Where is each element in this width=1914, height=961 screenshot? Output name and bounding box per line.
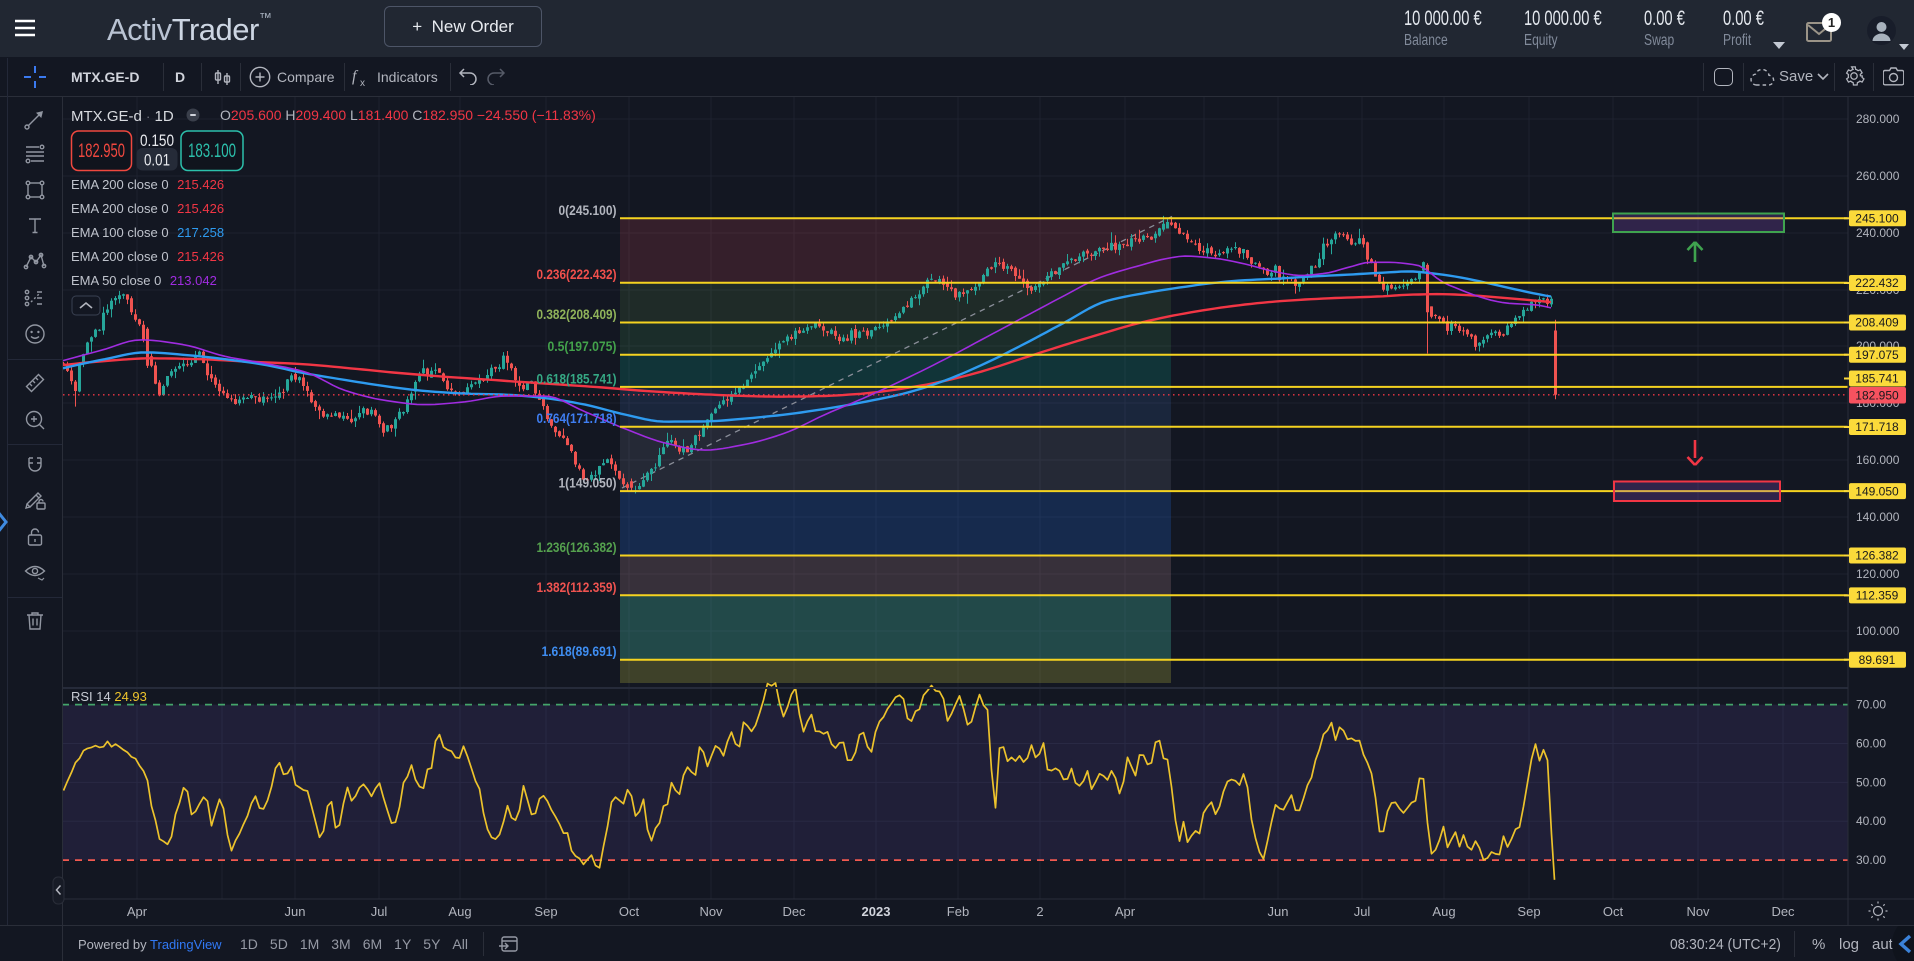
svg-text:EMA 200 close 0215.426: EMA 200 close 0215.426 bbox=[71, 249, 224, 264]
svg-text:Jul: Jul bbox=[371, 904, 388, 919]
svg-text:0.236(222.432): 0.236(222.432) bbox=[537, 266, 617, 282]
svg-text:89.691: 89.691 bbox=[1859, 653, 1896, 667]
svg-text:70.00: 70.00 bbox=[1856, 698, 1886, 712]
svg-text:171.718: 171.718 bbox=[1855, 420, 1899, 434]
svg-text:2: 2 bbox=[1036, 904, 1043, 919]
svg-text:185.741: 185.741 bbox=[1855, 372, 1899, 386]
svg-text:0.764(171.718): 0.764(171.718) bbox=[537, 410, 617, 426]
svg-text:182.950: 182.950 bbox=[78, 141, 125, 162]
svg-text:Apr: Apr bbox=[1115, 904, 1136, 919]
svg-text:60.00: 60.00 bbox=[1856, 737, 1886, 751]
svg-text:0.01: 0.01 bbox=[144, 152, 170, 170]
svg-text:120.000: 120.000 bbox=[1856, 567, 1900, 581]
svg-text:240.000: 240.000 bbox=[1856, 226, 1900, 240]
svg-text:183.100: 183.100 bbox=[188, 141, 236, 162]
svg-text:Sep: Sep bbox=[1517, 904, 1540, 919]
svg-text:Jul: Jul bbox=[1354, 904, 1371, 919]
svg-text:140.000: 140.000 bbox=[1856, 510, 1900, 524]
svg-text:Jun: Jun bbox=[1268, 904, 1289, 919]
svg-text:Jun: Jun bbox=[285, 904, 306, 919]
svg-text:Dec: Dec bbox=[1771, 904, 1795, 919]
svg-text:RSI 14 24.93: RSI 14 24.93 bbox=[71, 689, 147, 704]
svg-text:0.618(185.741): 0.618(185.741) bbox=[537, 370, 617, 386]
svg-text:1(149.050): 1(149.050) bbox=[559, 475, 617, 491]
svg-text:Nov: Nov bbox=[699, 904, 723, 919]
svg-text:Oct: Oct bbox=[1603, 904, 1624, 919]
svg-text:EMA 200 close 0215.426: EMA 200 close 0215.426 bbox=[71, 177, 224, 192]
svg-text:Feb: Feb bbox=[947, 904, 969, 919]
svg-text:222.432: 222.432 bbox=[1855, 276, 1899, 290]
svg-text:Aug: Aug bbox=[1432, 904, 1455, 919]
svg-text:1.382(112.359): 1.382(112.359) bbox=[537, 579, 617, 595]
svg-text:126.382: 126.382 bbox=[1855, 549, 1899, 563]
svg-text:Aug: Aug bbox=[448, 904, 471, 919]
svg-text:Dec: Dec bbox=[782, 904, 806, 919]
svg-text:Oct: Oct bbox=[619, 904, 640, 919]
svg-text:f: f bbox=[352, 68, 359, 85]
svg-text:0(245.100): 0(245.100) bbox=[559, 202, 617, 218]
svg-text:MTX.GE-d · 1D: MTX.GE-d · 1D bbox=[71, 108, 174, 125]
svg-text:112.359: 112.359 bbox=[1856, 589, 1899, 603]
svg-text:2023: 2023 bbox=[862, 904, 891, 919]
svg-text:182.950: 182.950 bbox=[1855, 388, 1899, 402]
svg-text:O205.600 H209.400 L181.400 C18: O205.600 H209.400 L181.400 C182.950 −24.… bbox=[220, 107, 596, 123]
svg-text:40.00: 40.00 bbox=[1856, 814, 1886, 828]
svg-text:0.5(197.075): 0.5(197.075) bbox=[548, 338, 617, 354]
svg-text:160.000: 160.000 bbox=[1856, 453, 1900, 467]
svg-text:EMA 200 close 0215.426: EMA 200 close 0215.426 bbox=[71, 201, 224, 216]
svg-text:Apr: Apr bbox=[127, 904, 148, 919]
svg-text:260.000: 260.000 bbox=[1856, 169, 1900, 183]
svg-text:100.000: 100.000 bbox=[1856, 624, 1900, 638]
svg-text:1.236(126.382): 1.236(126.382) bbox=[537, 539, 617, 555]
svg-text:280.000: 280.000 bbox=[1856, 112, 1900, 126]
svg-text:x: x bbox=[360, 78, 365, 87]
svg-text:Nov: Nov bbox=[1686, 904, 1710, 919]
svg-text:EMA 50 close 0213.042: EMA 50 close 0213.042 bbox=[71, 273, 217, 288]
svg-text:EMA 100 close 0217.258: EMA 100 close 0217.258 bbox=[71, 225, 224, 240]
svg-text:50.00: 50.00 bbox=[1856, 775, 1886, 789]
svg-text:30.00: 30.00 bbox=[1856, 853, 1886, 867]
svg-text:197.075: 197.075 bbox=[1855, 348, 1899, 362]
svg-text:0.150: 0.150 bbox=[140, 132, 174, 150]
svg-text:245.100: 245.100 bbox=[1855, 212, 1899, 226]
svg-text:208.409: 208.409 bbox=[1855, 316, 1899, 330]
svg-text:Sep: Sep bbox=[534, 904, 557, 919]
svg-text:1.618(89.691): 1.618(89.691) bbox=[542, 643, 617, 659]
svg-text:149.050: 149.050 bbox=[1855, 484, 1899, 498]
svg-text:0.382(208.409): 0.382(208.409) bbox=[537, 306, 617, 322]
